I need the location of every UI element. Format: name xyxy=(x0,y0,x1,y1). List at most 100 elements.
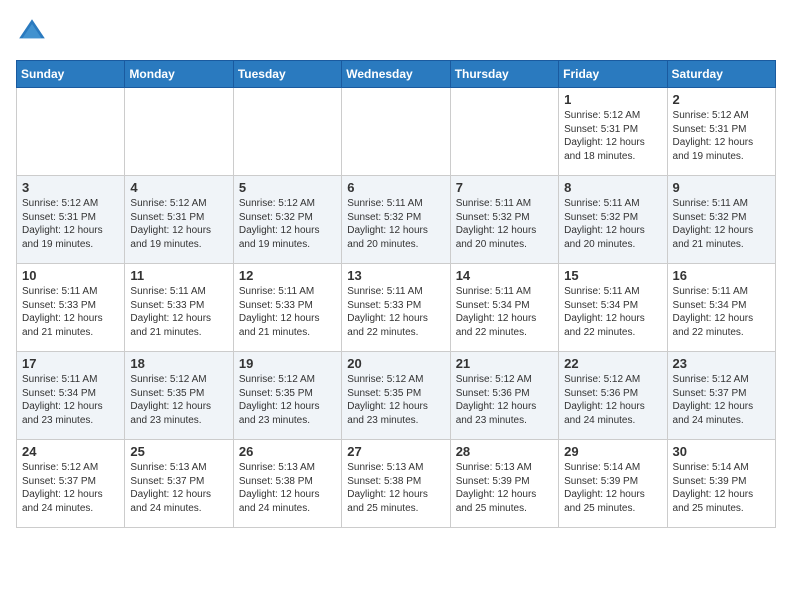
calendar-cell: 10 Sunrise: 5:11 AM Sunset: 5:33 PM Dayli… xyxy=(17,264,125,352)
calendar-cell: 1 Sunrise: 5:12 AM Sunset: 5:31 PM Daylig… xyxy=(559,88,667,176)
calendar-cell: 26 Sunrise: 5:13 AM Sunset: 5:38 PM Dayli… xyxy=(233,440,341,528)
cell-date: 2 xyxy=(673,92,770,107)
cell-info: Sunrise: 5:13 AM Sunset: 5:37 PM Dayligh… xyxy=(130,461,227,515)
cell-date: 19 xyxy=(239,356,336,371)
calendar-body: 1 Sunrise: 5:12 AM Sunset: 5:31 PM Daylig… xyxy=(17,88,776,528)
cell-date: 7 xyxy=(456,180,553,195)
cell-date: 21 xyxy=(456,356,553,371)
cell-date: 14 xyxy=(456,268,553,283)
cell-date: 11 xyxy=(130,268,227,283)
column-header-saturday: Saturday xyxy=(667,61,775,88)
week-row-3: 10 Sunrise: 5:11 AM Sunset: 5:33 PM Dayli… xyxy=(17,264,776,352)
calendar-table: SundayMondayTuesdayWednesdayThursdayFrid… xyxy=(16,60,776,528)
cell-date: 1 xyxy=(564,92,661,107)
calendar-cell: 16Sunrise: 5:11 AM Sunset: 5:34 PM Dayli… xyxy=(667,264,775,352)
calendar-cell: 25Sunrise: 5:13 AM Sunset: 5:37 PM Dayli… xyxy=(125,440,233,528)
calendar-cell: 14 Sunrise: 5:11 AM Sunset: 5:34 PM Dayli… xyxy=(450,264,558,352)
column-header-sunday: Sunday xyxy=(17,61,125,88)
cell-info: Sunrise: 5:11 AM Sunset: 5:32 PM Dayligh… xyxy=(456,197,553,251)
calendar-cell: 15 Sunrise: 5:11 AM Sunset: 5:34 PM Dayli… xyxy=(559,264,667,352)
calendar-cell: 19 Sunrise: 5:12 AM Sunset: 5:35 PM Dayli… xyxy=(233,352,341,440)
cell-info: Sunrise: 5:11 AM Sunset: 5:34 PM Dayligh… xyxy=(456,285,553,339)
cell-date: 18 xyxy=(130,356,227,371)
cell-date: 22 xyxy=(564,356,661,371)
cell-info: Sunrise: 5:11 AM Sunset: 5:33 PM Dayligh… xyxy=(239,285,336,339)
header-row: SundayMondayTuesdayWednesdayThursdayFrid… xyxy=(17,61,776,88)
cell-info: Sunrise: 5:11 AM Sunset: 5:34 PM Dayligh… xyxy=(22,373,119,427)
calendar-cell: 20Sunrise: 5:12 AM Sunset: 5:35 PM Dayli… xyxy=(342,352,450,440)
calendar-cell: 17 Sunrise: 5:11 AM Sunset: 5:34 PM Dayli… xyxy=(17,352,125,440)
cell-date: 3 xyxy=(22,180,119,195)
logo-icon xyxy=(16,16,48,48)
cell-date: 16 xyxy=(673,268,770,283)
calendar-cell: 8 Sunrise: 5:11 AM Sunset: 5:32 PM Daylig… xyxy=(559,176,667,264)
calendar-cell: 22 Sunrise: 5:12 AM Sunset: 5:36 PM Dayli… xyxy=(559,352,667,440)
calendar-cell xyxy=(342,88,450,176)
cell-info: Sunrise: 5:11 AM Sunset: 5:34 PM Dayligh… xyxy=(564,285,661,339)
week-row-5: 24 Sunrise: 5:12 AM Sunset: 5:37 PM Dayli… xyxy=(17,440,776,528)
calendar-cell: 28 Sunrise: 5:13 AM Sunset: 5:39 PM Dayli… xyxy=(450,440,558,528)
cell-date: 15 xyxy=(564,268,661,283)
cell-info: Sunrise: 5:12 AM Sunset: 5:35 PM Dayligh… xyxy=(347,373,444,427)
column-header-monday: Monday xyxy=(125,61,233,88)
cell-info: Sunrise: 5:14 AM Sunset: 5:39 PM Dayligh… xyxy=(564,461,661,515)
cell-info: Sunrise: 5:12 AM Sunset: 5:35 PM Dayligh… xyxy=(239,373,336,427)
calendar-cell: 23Sunrise: 5:12 AM Sunset: 5:37 PM Dayli… xyxy=(667,352,775,440)
cell-info: Sunrise: 5:11 AM Sunset: 5:33 PM Dayligh… xyxy=(347,285,444,339)
cell-date: 17 xyxy=(22,356,119,371)
calendar-cell xyxy=(17,88,125,176)
cell-info: Sunrise: 5:13 AM Sunset: 5:38 PM Dayligh… xyxy=(347,461,444,515)
calendar-cell xyxy=(125,88,233,176)
calendar-cell: 29 Sunrise: 5:14 AM Sunset: 5:39 PM Dayli… xyxy=(559,440,667,528)
calendar-cell: 21 Sunrise: 5:12 AM Sunset: 5:36 PM Dayli… xyxy=(450,352,558,440)
cell-date: 26 xyxy=(239,444,336,459)
cell-info: Sunrise: 5:13 AM Sunset: 5:39 PM Dayligh… xyxy=(456,461,553,515)
cell-info: Sunrise: 5:12 AM Sunset: 5:31 PM Dayligh… xyxy=(564,109,661,163)
calendar-cell: 2 Sunrise: 5:12 AM Sunset: 5:31 PM Daylig… xyxy=(667,88,775,176)
cell-date: 30 xyxy=(673,444,770,459)
cell-info: Sunrise: 5:11 AM Sunset: 5:32 PM Dayligh… xyxy=(347,197,444,251)
cell-info: Sunrise: 5:14 AM Sunset: 5:39 PM Dayligh… xyxy=(673,461,770,515)
cell-date: 10 xyxy=(22,268,119,283)
calendar-cell: 4Sunrise: 5:12 AM Sunset: 5:31 PM Daylig… xyxy=(125,176,233,264)
cell-info: Sunrise: 5:11 AM Sunset: 5:32 PM Dayligh… xyxy=(564,197,661,251)
cell-info: Sunrise: 5:11 AM Sunset: 5:33 PM Dayligh… xyxy=(130,285,227,339)
cell-date: 9 xyxy=(673,180,770,195)
calendar-cell: 6 Sunrise: 5:11 AM Sunset: 5:32 PM Daylig… xyxy=(342,176,450,264)
calendar-cell: 13 Sunrise: 5:11 AM Sunset: 5:33 PM Dayli… xyxy=(342,264,450,352)
calendar-cell: 30 Sunrise: 5:14 AM Sunset: 5:39 PM Dayli… xyxy=(667,440,775,528)
cell-info: Sunrise: 5:12 AM Sunset: 5:36 PM Dayligh… xyxy=(456,373,553,427)
calendar-cell: 3 Sunrise: 5:12 AM Sunset: 5:31 PM Daylig… xyxy=(17,176,125,264)
cell-info: Sunrise: 5:12 AM Sunset: 5:36 PM Dayligh… xyxy=(564,373,661,427)
logo xyxy=(16,16,52,48)
calendar-cell: 9Sunrise: 5:11 AM Sunset: 5:32 PM Daylig… xyxy=(667,176,775,264)
cell-info: Sunrise: 5:12 AM Sunset: 5:32 PM Dayligh… xyxy=(239,197,336,251)
cell-info: Sunrise: 5:11 AM Sunset: 5:33 PM Dayligh… xyxy=(22,285,119,339)
column-header-friday: Friday xyxy=(559,61,667,88)
calendar-header: SundayMondayTuesdayWednesdayThursdayFrid… xyxy=(17,61,776,88)
calendar-cell xyxy=(450,88,558,176)
week-row-4: 17 Sunrise: 5:11 AM Sunset: 5:34 PM Dayli… xyxy=(17,352,776,440)
calendar-cell: 18 Sunrise: 5:12 AM Sunset: 5:35 PM Dayli… xyxy=(125,352,233,440)
cell-info: Sunrise: 5:12 AM Sunset: 5:31 PM Dayligh… xyxy=(130,197,227,251)
cell-date: 12 xyxy=(239,268,336,283)
cell-date: 24 xyxy=(22,444,119,459)
cell-date: 6 xyxy=(347,180,444,195)
cell-date: 13 xyxy=(347,268,444,283)
cell-info: Sunrise: 5:12 AM Sunset: 5:37 PM Dayligh… xyxy=(22,461,119,515)
week-row-1: 1 Sunrise: 5:12 AM Sunset: 5:31 PM Daylig… xyxy=(17,88,776,176)
cell-date: 27 xyxy=(347,444,444,459)
cell-date: 28 xyxy=(456,444,553,459)
column-header-tuesday: Tuesday xyxy=(233,61,341,88)
cell-info: Sunrise: 5:12 AM Sunset: 5:31 PM Dayligh… xyxy=(22,197,119,251)
cell-date: 8 xyxy=(564,180,661,195)
cell-info: Sunrise: 5:12 AM Sunset: 5:31 PM Dayligh… xyxy=(673,109,770,163)
cell-date: 29 xyxy=(564,444,661,459)
calendar-cell: 5 Sunrise: 5:12 AM Sunset: 5:32 PM Daylig… xyxy=(233,176,341,264)
cell-date: 23 xyxy=(673,356,770,371)
cell-info: Sunrise: 5:13 AM Sunset: 5:38 PM Dayligh… xyxy=(239,461,336,515)
cell-date: 5 xyxy=(239,180,336,195)
calendar-cell: 7 Sunrise: 5:11 AM Sunset: 5:32 PM Daylig… xyxy=(450,176,558,264)
page-header xyxy=(16,16,776,48)
cell-info: Sunrise: 5:12 AM Sunset: 5:35 PM Dayligh… xyxy=(130,373,227,427)
